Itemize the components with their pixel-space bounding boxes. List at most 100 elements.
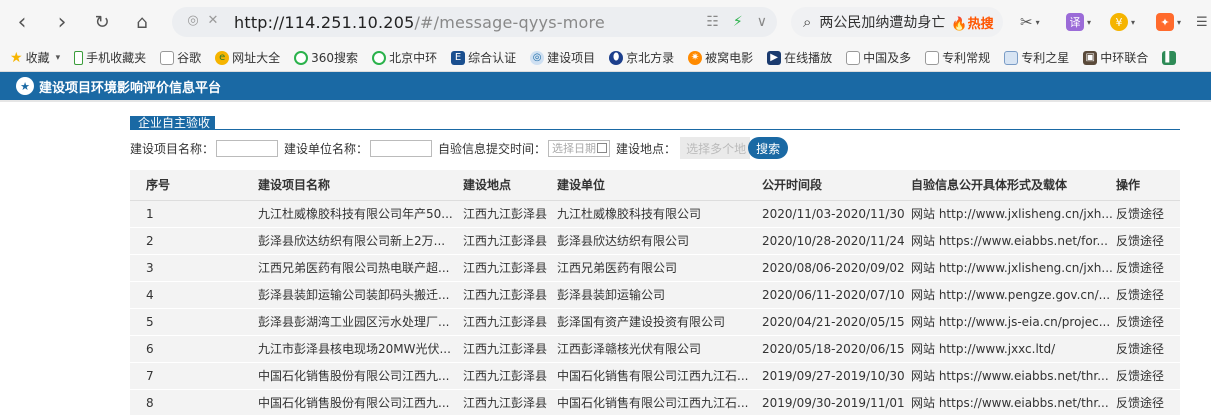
calendar-icon — [597, 142, 608, 153]
disclosure-cell[interactable]: 网站 https://www.eiabbs.net/for... — [911, 227, 1116, 255]
unit-name-input[interactable] — [370, 139, 433, 157]
bookmark-item[interactable]: 360搜索 — [294, 49, 358, 66]
feedback-link[interactable]: 反馈途径 — [1116, 254, 1180, 282]
project-name-cell[interactable]: 彭泽县装卸运输公司装卸码头搬迁... — [258, 281, 463, 309]
disclosure-cell[interactable]: 网站 http://www.jxlisheng.cn/jxh... — [911, 200, 1116, 228]
bookmark-item[interactable]: ▣ 中环联合 — [1083, 49, 1148, 66]
table-row: 7 中国石化销售股份有限公司江西九... 江西九江彭泽县 中国石化销售有限公司江西九江… — [130, 362, 1180, 390]
camera-off-icon[interactable]: ✕ — [204, 13, 222, 31]
wallet-extension[interactable]: ¥ ▾ — [1110, 12, 1135, 32]
speed-mode-icon[interactable]: ⚡ — [733, 14, 743, 30]
project-name-label: 建设项目名称： — [130, 141, 215, 156]
table-row: 2 彭泽县欣达纺织有限公司新上2万... 江西九江彭泽县 彭泽县欣达纺织有限公司 202… — [130, 227, 1180, 255]
bookmark-item[interactable]: e 网址大全 — [215, 49, 280, 66]
bookmark-label: 京北方录 — [626, 51, 675, 65]
unit-cell: 江西彭泽赣核光伏有限公司 — [557, 335, 762, 363]
unit-name-label: 建设单位名称： — [284, 141, 369, 156]
column-header: 建设单位 — [557, 170, 762, 201]
bookmark-label: 360搜索 — [311, 51, 359, 65]
search-box[interactable]: ⌕ 两公民加纳遭劫身亡 🔥热搜 — [791, 7, 1003, 37]
site-header: ★ 建设项目环境影响评价信息平台 — [0, 72, 1211, 102]
dropdown-caret-icon: ▾ — [1131, 17, 1136, 27]
disclosure-cell[interactable]: 网站 https://www.eiabbs.net/thr... — [911, 362, 1116, 390]
disclosure-cell[interactable]: 网站 http://www.pengze.gov.cn/... — [911, 281, 1116, 309]
project-name-cell[interactable]: 江西兄弟医药有限公司热电联产超... — [258, 254, 463, 282]
project-name-cell[interactable]: 九江市彭泽县核电现场20MW光伏... — [258, 335, 463, 363]
bookmark-overflow[interactable]: ▌ — [1162, 50, 1179, 65]
bookmark-label: 手机收藏夹 — [86, 51, 147, 65]
qr-code-icon[interactable]: ☷ — [706, 14, 719, 30]
search-query: 两公民加纳遭劫身亡 — [819, 15, 946, 31]
unit-cell: 中国石化销售有限公司江西九江石... — [557, 389, 762, 415]
bookmark-item[interactable]: 专利之星 — [1004, 49, 1069, 66]
feedback-link[interactable]: 反馈途径 — [1116, 362, 1180, 390]
bookmark-item[interactable]: E 综合认证 — [451, 49, 516, 66]
bookmark-item[interactable]: ✷ 被窝电影 — [688, 49, 753, 66]
bookmark-label: 收藏 — [25, 51, 50, 65]
url-text[interactable]: http://114.251.10.205/#/message-qyys-mor… — [234, 13, 605, 32]
disclosure-cell[interactable]: 网站 http://www.js-eia.cn/projec... — [911, 308, 1116, 336]
period-cell: 2020/10/28-2020/11/24 — [762, 227, 911, 255]
row-index: 3 — [130, 254, 258, 282]
project-name-cell[interactable]: 九江杜威橡胶科技有限公司年产50... — [258, 200, 463, 228]
date-picker[interactable]: 选择日期 — [548, 139, 611, 157]
url-path: /#/message-qyys-more — [414, 12, 605, 32]
scissors-extension[interactable]: ✂ ▾ — [1020, 12, 1040, 32]
feedback-link[interactable]: 反馈途径 — [1116, 227, 1180, 255]
bookmark-item[interactable]: 专利常规 — [925, 49, 990, 66]
menu-icon[interactable]: ☰ — [1196, 12, 1208, 32]
bookmark-label: 建设项目 — [547, 51, 596, 65]
project-name-input[interactable] — [216, 139, 279, 157]
project-name-cell[interactable]: 中国石化销售股份有限公司江西九... — [258, 389, 463, 415]
bookmark-item[interactable]: ⬮ 京北方录 — [609, 49, 674, 66]
dropdown-caret-icon: ▾ — [55, 52, 61, 63]
feedback-link[interactable]: 反馈途径 — [1116, 308, 1180, 336]
table-row: 1 九江杜威橡胶科技有限公司年产50... 江西九江彭泽县 九江杜威橡胶科技有限公司 2… — [130, 200, 1180, 228]
location-placeholder: 选择多个地 — [686, 141, 747, 156]
project-name-cell[interactable]: 彭泽县彭湖湾工业园区污水处理厂... — [258, 308, 463, 336]
bookmark-item[interactable]: ◎ 建设项目 — [530, 49, 595, 66]
app-icon: E — [451, 50, 466, 65]
game-extension[interactable]: ✦ ▾ — [1156, 12, 1181, 32]
feedback-link[interactable]: 反馈途径 — [1116, 335, 1180, 363]
disclosure-cell[interactable]: 网站 http://www.jxlisheng.cn/jxh... — [911, 254, 1116, 282]
reload-icon[interactable]: ↻ — [82, 0, 122, 44]
search-button[interactable]: 搜索 — [748, 137, 789, 159]
bookmark-item[interactable]: 谷歌 — [160, 49, 201, 66]
bookmark-item[interactable]: 北京中环 — [372, 49, 437, 66]
bookmark-favorites[interactable]: ★ 收藏 ▾ — [10, 49, 60, 66]
bookmark-item[interactable]: ▶ 在线播放 — [767, 49, 832, 66]
hot-search-badge: 🔥热搜 — [951, 16, 994, 32]
table-row: 8 中国石化销售股份有限公司江西九... 江西九江彭泽县 中国石化销售有限公司江西九江… — [130, 389, 1180, 415]
site-info-icon[interactable]: ◎ — [184, 13, 202, 31]
period-cell: 2019/09/30-2019/11/01 — [762, 389, 911, 415]
translate-extension[interactable]: 译 ▾ — [1066, 12, 1091, 32]
browser-toolbar: ‹ › ↻ ⌂ ◎ ✕ http://114.251.10.205/#/mess… — [0, 0, 1211, 44]
back-icon[interactable]: ‹ — [2, 0, 42, 44]
column-header: 操作 — [1116, 170, 1180, 201]
location-select[interactable]: 选择多个地 — [680, 137, 751, 159]
location-label: 建设地点： — [616, 141, 677, 156]
bookmark-item[interactable]: 中国及多 — [846, 49, 911, 66]
address-bar[interactable]: ◎ ✕ http://114.251.10.205/#/message-qyys… — [172, 7, 777, 37]
section-divider — [130, 129, 1180, 130]
forward-icon[interactable]: › — [42, 0, 82, 44]
disclosure-cell[interactable]: 网站 http://www.jxxc.ltd/ — [911, 335, 1116, 363]
feedback-link[interactable]: 反馈途径 — [1116, 200, 1180, 228]
bookmark-item[interactable]: 手机收藏夹 — [74, 49, 146, 66]
feedback-link[interactable]: 反馈途径 — [1116, 281, 1180, 309]
section-tab: 企业自主验收 — [130, 116, 216, 130]
feedback-link[interactable]: 反馈途径 — [1116, 389, 1180, 415]
location-cell: 江西九江彭泽县 — [463, 254, 557, 282]
project-name-cell[interactable]: 中国石化销售股份有限公司江西九... — [258, 362, 463, 390]
location-cell: 江西九江彭泽县 — [463, 362, 557, 390]
project-name-cell[interactable]: 彭泽县欣达纺织有限公司新上2万... — [258, 227, 463, 255]
home-icon[interactable]: ⌂ — [122, 0, 162, 44]
table-row: 5 彭泽县彭湖湾工业园区污水处理厂... 江西九江彭泽县 彭泽国有资产建设投资有限公司… — [130, 308, 1180, 336]
bank-icon: ⬮ — [609, 50, 624, 65]
bookmark-label: 谷歌 — [177, 51, 202, 65]
table-row: 4 彭泽县装卸运输公司装卸码头搬迁... 江西九江彭泽县 彭泽县装卸运输公司 2020/… — [130, 281, 1180, 309]
disclosure-cell[interactable]: 网站 https://www.eiabbs.net/thr... — [911, 389, 1116, 415]
chevron-down-icon[interactable]: ∨ — [757, 14, 767, 30]
unit-cell: 九江杜威橡胶科技有限公司 — [557, 200, 762, 228]
